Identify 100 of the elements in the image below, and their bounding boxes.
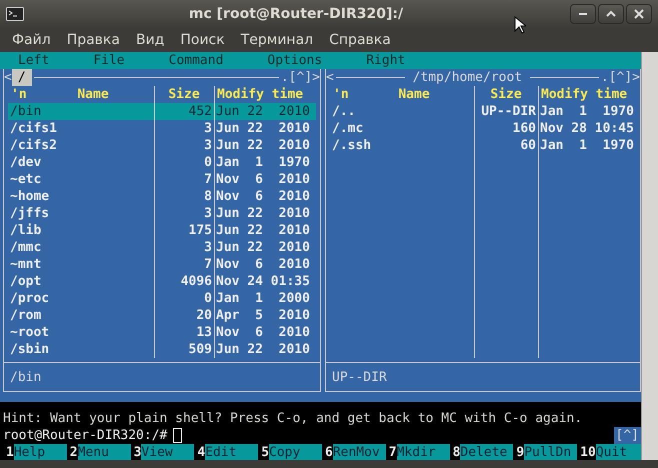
file-date: Nov 6 2010: [215, 188, 311, 205]
column-header[interactable]: Modify time: [538, 86, 636, 103]
directory-entry[interactable]: ~mnt: [8, 256, 154, 273]
menu-item[interactable]: Файл: [4, 32, 59, 48]
menu-item[interactable]: Терминал: [232, 32, 322, 48]
file-date: Jan 1 1970: [539, 103, 635, 120]
text-cursor: [173, 428, 182, 443]
directory-entry[interactable]: ~home: [8, 188, 154, 205]
function-key[interactable]: RenMov: [332, 444, 386, 461]
function-key[interactable]: PullDn: [524, 444, 578, 461]
menu-item[interactable]: Справка: [321, 32, 399, 48]
directory-entry[interactable]: /sbin: [8, 341, 154, 358]
file-size: UP--DIR: [480, 103, 537, 120]
file-size: 7: [203, 256, 213, 273]
directory-entry[interactable]: /jffs: [8, 205, 154, 222]
file-date: Jan 1 1970: [215, 154, 311, 171]
menu-item[interactable]: Вид: [128, 32, 172, 48]
file-date: Jun 22 2010: [215, 222, 311, 239]
directory-entry[interactable]: /bin: [8, 103, 154, 120]
file-date: Jun 22 2010: [215, 137, 311, 154]
function-key[interactable]: Quit: [596, 444, 641, 461]
panel-path: /: [12, 69, 32, 86]
file-date: Nov 6 2010: [215, 171, 311, 188]
scrollbar[interactable]: [641, 52, 658, 460]
directory-entry[interactable]: /cifs1: [8, 120, 154, 137]
file-size: 175: [188, 222, 213, 239]
directory-entry[interactable]: /lib: [8, 222, 154, 239]
panel-corner[interactable]: .[^]>: [600, 69, 640, 86]
file-date: Jun 22 2010: [214, 103, 316, 120]
file-size: 3: [203, 137, 213, 154]
file-size: 3: [203, 120, 213, 137]
history-arrow[interactable]: <: [326, 69, 334, 86]
file-date: Jun 22 2010: [215, 239, 311, 256]
panel-status: /bin: [10, 368, 42, 386]
directory-entry[interactable]: /.ssh: [330, 137, 474, 154]
file-date: Jun 22 2010: [215, 205, 311, 222]
column-header[interactable]: Modify time: [214, 86, 316, 103]
file-size: 4096: [180, 273, 213, 290]
mc-menu-item[interactable]: File: [93, 52, 125, 69]
directory-entry[interactable]: /proc: [8, 290, 154, 307]
column-header[interactable]: 'n: [8, 86, 32, 103]
directory-entry[interactable]: ~etc: [8, 171, 154, 188]
menu-item[interactable]: Правка: [58, 32, 128, 48]
file-date: Apr 5 2010: [215, 307, 311, 324]
file-size: 452: [154, 103, 214, 120]
panel-path: /tmp/home/root: [412, 69, 524, 86]
file-size: 7: [203, 171, 213, 188]
minimize-button[interactable]: [570, 4, 596, 24]
panel-corner[interactable]: .[^]>: [280, 69, 320, 86]
maximize-icon: [606, 9, 616, 19]
close-button[interactable]: [626, 4, 652, 24]
file-date: Nov 24 01:35: [215, 273, 311, 290]
terminal-icon: [6, 7, 24, 21]
file-date: Jan 1 2000: [215, 290, 311, 307]
hint-text: Hint: Want your plain shell? Press C-o, and get back to MC with C-o again.: [3, 410, 584, 427]
mc-menu-item[interactable]: Options: [267, 52, 322, 69]
directory-entry[interactable]: /rom: [8, 307, 154, 324]
history-arrow[interactable]: <: [4, 69, 12, 86]
file-size: 20: [195, 307, 213, 324]
mouse-pointer-icon: [514, 16, 526, 34]
file-date: Jun 22 2010: [215, 341, 311, 358]
maximize-button[interactable]: [598, 4, 624, 24]
file-size: 0: [203, 154, 213, 171]
function-key[interactable]: Mkdir: [396, 444, 450, 461]
function-key[interactable]: View: [141, 444, 194, 461]
panel-status: UP--DIR: [332, 368, 387, 386]
function-key[interactable]: Edit: [205, 444, 258, 461]
function-key[interactable]: Delete: [460, 444, 514, 461]
close-icon: [634, 9, 644, 19]
function-key[interactable]: Help: [14, 444, 67, 461]
directory-entry[interactable]: /mmc: [8, 239, 154, 256]
mc-menu-item[interactable]: Left: [18, 52, 50, 69]
file-date: Nov 28 10:45: [539, 120, 635, 137]
mc-menu-item[interactable]: Command: [168, 52, 224, 69]
file-date: Nov 6 2010: [215, 256, 311, 273]
function-key[interactable]: Menu: [78, 444, 131, 461]
directory-entry[interactable]: /cifs2: [8, 137, 154, 154]
column-header[interactable]: Name: [32, 86, 154, 103]
menu-item[interactable]: Поиск: [172, 32, 233, 48]
file-size: 8: [203, 188, 213, 205]
directory-entry[interactable]: /dev: [8, 154, 154, 171]
directory-entry[interactable]: /opt: [8, 273, 154, 290]
directory-entry[interactable]: /..: [330, 103, 474, 120]
file-size: 509: [188, 341, 213, 358]
column-header[interactable]: Size: [154, 86, 214, 103]
column-header[interactable]: 'n: [330, 86, 354, 103]
column-header[interactable]: Name: [354, 86, 474, 103]
file-date: Jun 22 2010: [215, 120, 311, 137]
prompt-corner[interactable]: [^]: [614, 427, 641, 444]
file-size: 60: [519, 137, 537, 154]
file-date: Jan 1 1970: [539, 137, 635, 154]
function-key[interactable]: Copy: [269, 444, 322, 461]
directory-entry[interactable]: /.mc: [330, 120, 474, 137]
mc-menu-item[interactable]: Right: [366, 52, 406, 69]
file-date: Nov 6 2010: [215, 324, 311, 341]
column-header[interactable]: Size: [474, 86, 538, 103]
directory-entry[interactable]: ~root: [8, 324, 154, 341]
file-size: 3: [203, 205, 213, 222]
shell-prompt: root@Router-DIR320:/#: [3, 427, 168, 444]
file-size: 160: [512, 120, 537, 137]
